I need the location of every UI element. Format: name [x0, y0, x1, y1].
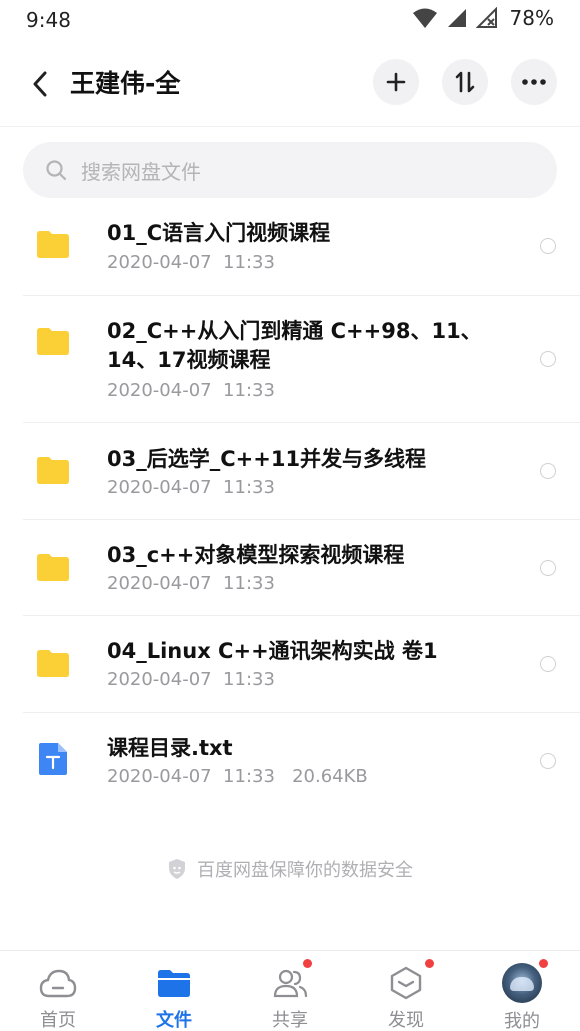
file-meta: 2020-04-07 11:33 — [107, 669, 275, 690]
tab-share[interactable]: 共享 — [232, 951, 348, 1031]
file-row[interactable]: 01_C语言入门视频课程 2020-04-07 11:33 — [0, 198, 580, 296]
folder-icon — [36, 455, 70, 489]
folder-icon — [36, 648, 70, 682]
folder-icon — [36, 229, 70, 263]
notification-badge — [539, 959, 548, 968]
select-radio[interactable] — [540, 351, 556, 367]
sort-button[interactable] — [442, 59, 488, 105]
chevron-left-icon — [33, 71, 47, 97]
search-input[interactable]: 搜索网盘文件 — [23, 142, 557, 198]
cube-icon — [386, 959, 434, 1000]
select-radio[interactable] — [540, 463, 556, 479]
file-meta: 2020-04-07 11:33 — [107, 380, 275, 401]
add-button[interactable] — [373, 59, 419, 105]
cell-signal-icon — [447, 9, 466, 27]
file-row[interactable]: 03_后选学_C++11并发与多线程 2020-04-07 11:33 — [0, 423, 580, 520]
tab-home[interactable]: 首页 — [0, 951, 116, 1031]
file-name: 课程目录.txt — [107, 736, 233, 760]
tab-label: 发现 — [388, 1010, 424, 1031]
select-radio[interactable] — [540, 753, 556, 769]
file-row[interactable]: 04_Linux C++通讯架构实战 卷1 2020-04-07 11:33 — [0, 616, 580, 713]
tab-label: 首页 — [40, 1010, 76, 1031]
more-icon — [522, 79, 546, 85]
search-placeholder: 搜索网盘文件 — [81, 159, 201, 184]
file-name: 04_Linux C++通讯架构实战 卷1 — [107, 639, 438, 663]
wifi-icon — [412, 8, 437, 28]
file-row[interactable]: 03_c++对象模型探索视频课程 2020-04-07 11:33 — [0, 520, 580, 616]
tab-label: 文件 — [156, 1010, 192, 1031]
security-text: 百度网盘保障你的数据安全 — [197, 860, 413, 881]
page-title: 王建伟-全 — [70, 69, 181, 98]
tab-discover[interactable]: 发现 — [348, 951, 464, 1031]
file-name: 02_C++从入门到精通 C++98、11、14、17视频课程 — [107, 319, 482, 372]
header-divider — [0, 126, 580, 127]
cloud-icon — [38, 965, 78, 1000]
search-icon — [46, 160, 67, 181]
plus-icon — [386, 72, 406, 92]
avatar — [502, 959, 548, 1003]
file-meta: 2020-04-07 11:33 20.64KB — [107, 766, 368, 787]
back-button[interactable] — [22, 66, 58, 102]
file-list: 01_C语言入门视频课程 2020-04-07 11:33 — [0, 198, 580, 296]
file-meta: 2020-04-07 11:33 — [107, 477, 275, 498]
security-note: 百度网盘保障你的数据安全 — [0, 856, 580, 882]
status-bar: 9:48 78% — [0, 0, 580, 40]
tab-files[interactable]: 文件 — [116, 951, 232, 1031]
txt-file-icon — [38, 742, 68, 776]
people-icon — [270, 959, 312, 1000]
file-name: 03_后选学_C++11并发与多线程 — [107, 447, 427, 471]
select-radio[interactable] — [540, 238, 556, 254]
folder-icon — [154, 965, 194, 1000]
avatar-image — [502, 963, 542, 1003]
tab-me[interactable]: 我的 — [464, 951, 580, 1031]
status-icons: 78% — [412, 6, 554, 30]
file-row[interactable]: 02_C++从入门到精通 C++98、11、14、17视频课程 2020-04-… — [0, 296, 580, 423]
cell-signal-no-sim-icon — [475, 7, 497, 28]
status-time: 9:48 — [26, 8, 71, 32]
sort-icon — [455, 71, 475, 93]
notification-badge — [425, 959, 434, 968]
bottom-tab-bar: 首页 文件 共享 发现 我的 — [0, 950, 580, 1031]
folder-icon — [36, 326, 70, 360]
battery-level: 78% — [509, 6, 554, 30]
more-button[interactable] — [511, 59, 557, 105]
file-meta: 2020-04-07 11:33 — [107, 252, 275, 273]
file-name: 01_C语言入门视频课程 — [107, 221, 331, 245]
select-radio[interactable] — [540, 560, 556, 576]
header: 王建伟-全 — [0, 56, 580, 112]
tab-label: 我的 — [504, 1011, 540, 1031]
notification-badge — [303, 959, 312, 968]
select-radio[interactable] — [540, 656, 556, 672]
file-name: 03_c++对象模型探索视频课程 — [107, 543, 405, 567]
file-row[interactable]: 课程目录.txt 2020-04-07 11:33 20.64KB — [0, 713, 580, 809]
tab-label: 共享 — [272, 1010, 308, 1031]
file-meta: 2020-04-07 11:33 — [107, 573, 275, 594]
folder-icon — [36, 552, 70, 586]
shield-icon — [169, 859, 185, 879]
